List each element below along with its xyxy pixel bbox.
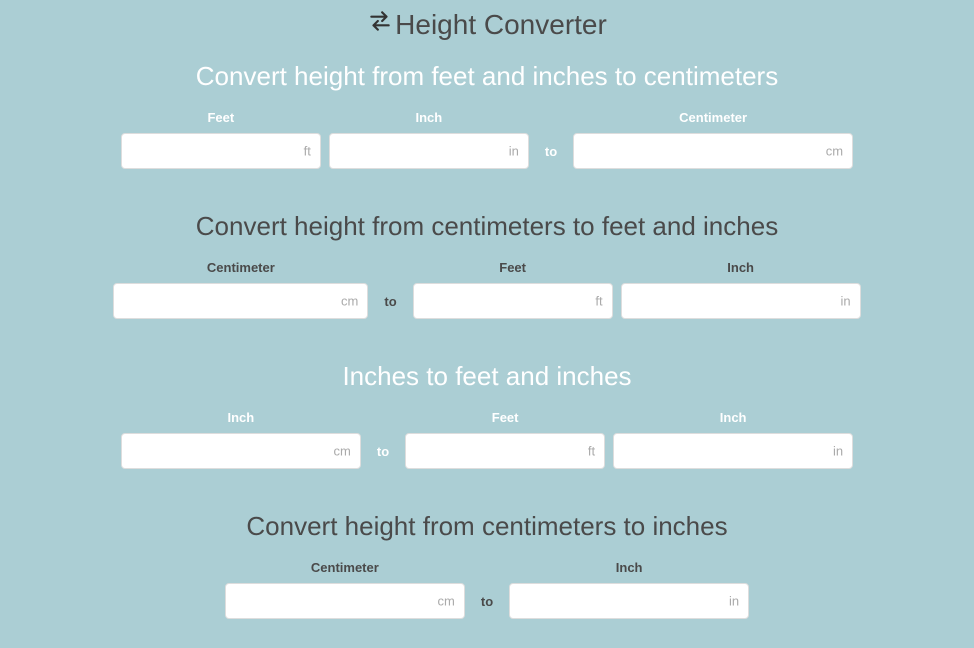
page-title: Height Converter xyxy=(367,8,607,41)
inch-field: Inch in xyxy=(621,260,861,319)
feet-input[interactable] xyxy=(405,433,605,469)
cm-input[interactable] xyxy=(573,133,853,169)
to-label: to xyxy=(376,294,404,319)
feet-label: Feet xyxy=(207,110,234,125)
inch-label: Inch xyxy=(616,560,643,575)
section-in-to-ft-in: Inches to feet and inches Inch cm to Fee… xyxy=(0,361,974,469)
inch-out-input[interactable] xyxy=(613,433,853,469)
input-row: Centimeter cm to Feet ft Inch in xyxy=(30,260,944,319)
cm-label: Centimeter xyxy=(679,110,747,125)
inch-field: Inch in xyxy=(329,110,529,169)
feet-label: Feet xyxy=(492,410,519,425)
to-label: to xyxy=(537,144,565,169)
feet-field: Feet ft xyxy=(413,260,613,319)
inch-label: Inch xyxy=(227,410,254,425)
page-header: Height Converter xyxy=(0,0,974,61)
inch-input[interactable] xyxy=(509,583,749,619)
inch-field: Inch cm xyxy=(121,410,361,469)
section-title: Convert height from centimeters to inche… xyxy=(30,511,944,542)
section-cm-to-in: Convert height from centimeters to inche… xyxy=(0,511,974,619)
swap-horizontal-icon xyxy=(367,8,393,41)
input-row: Inch cm to Feet ft Inch in xyxy=(30,410,944,469)
cm-label: Centimeter xyxy=(207,260,275,275)
section-title: Convert height from feet and inches to c… xyxy=(30,61,944,92)
feet-field: Feet ft xyxy=(405,410,605,469)
cm-field: Centimeter cm xyxy=(573,110,853,169)
inch-input[interactable] xyxy=(329,133,529,169)
feet-input[interactable] xyxy=(121,133,321,169)
cm-field: Centimeter cm xyxy=(113,260,368,319)
section-title: Inches to feet and inches xyxy=(30,361,944,392)
inch-out-field: Inch in xyxy=(613,410,853,469)
inch-label: Inch xyxy=(415,110,442,125)
cm-label: Centimeter xyxy=(311,560,379,575)
input-row: Centimeter cm to Inch in xyxy=(30,560,944,619)
inch-field: Inch in xyxy=(509,560,749,619)
inch-input[interactable] xyxy=(121,433,361,469)
cm-input[interactable] xyxy=(113,283,368,319)
page-title-text: Height Converter xyxy=(395,9,607,41)
feet-input[interactable] xyxy=(413,283,613,319)
section-ft-in-to-cm: Convert height from feet and inches to c… xyxy=(0,61,974,169)
inch-label: Inch xyxy=(727,260,754,275)
to-label: to xyxy=(473,594,501,619)
cm-field: Centimeter cm xyxy=(225,560,465,619)
to-label: to xyxy=(369,444,397,469)
section-title: Convert height from centimeters to feet … xyxy=(30,211,944,242)
feet-label: Feet xyxy=(499,260,526,275)
section-cm-to-ft-in: Convert height from centimeters to feet … xyxy=(0,211,974,319)
feet-field: Feet ft xyxy=(121,110,321,169)
inch-input[interactable] xyxy=(621,283,861,319)
inch-out-label: Inch xyxy=(720,410,747,425)
input-row: Feet ft Inch in to Centimeter cm xyxy=(30,110,944,169)
cm-input[interactable] xyxy=(225,583,465,619)
